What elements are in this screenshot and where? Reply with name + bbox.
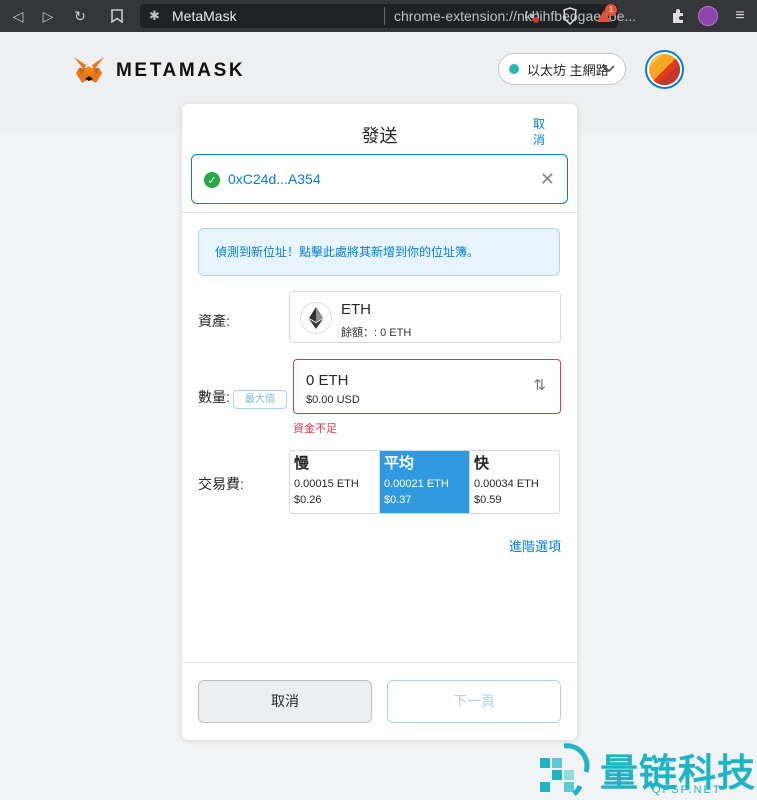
fee-label: 交易費: (198, 476, 244, 492)
asset-selector[interactable]: ETH 餘額：: 0 ETH (289, 291, 561, 343)
check-icon: ✓ (204, 172, 220, 188)
forward-icon[interactable]: ▷ (38, 6, 58, 26)
fee-option-fast[interactable]: 快 0.00034 ETH $0.59 (470, 451, 559, 513)
amount-usd: $0.00 USD (306, 394, 360, 406)
amount-value: 0 ETH (306, 372, 349, 389)
advanced-options-link[interactable]: 進階選項 (509, 536, 561, 555)
reload-icon[interactable]: ↻ (70, 6, 90, 26)
network-label: 以太坊 主網路 (527, 62, 609, 78)
asset-symbol: ETH (341, 301, 371, 318)
amount-label: 數量: (198, 389, 230, 405)
tab-title: MetaMask (172, 8, 237, 24)
fee-usd: $0.26 (294, 494, 322, 506)
fee-usd: $0.37 (384, 494, 412, 506)
eth-icon (300, 302, 332, 334)
watermark: 量链科技 QFSP.NET (536, 740, 757, 800)
fee-name: 平均 (384, 455, 415, 472)
send-card: 發送 取消 ✓ 0xC24d...A354 ✕ 偵測到新位址！點擊此處將其新增到… (182, 104, 577, 740)
fee-eth: 0.00034 ETH (474, 478, 539, 490)
new-address-notice[interactable]: 偵測到新位址！點擊此處將其新增到你的位址簿。 (198, 228, 560, 276)
address-bar[interactable]: ✱ MetaMask chrome-extension://nkbihfbeog… (140, 4, 636, 28)
cancel-button[interactable]: 取消 (198, 680, 372, 723)
recipient-field[interactable]: ✓ 0xC24d...A354 ✕ (191, 154, 568, 204)
back-icon[interactable]: ◁ (8, 6, 28, 26)
network-status-dot (509, 64, 519, 74)
header-cancel-link[interactable]: 取消 (533, 116, 547, 148)
amount-input[interactable]: 0 ETH $0.00 USD ⇅ (293, 359, 561, 414)
divider (182, 212, 577, 213)
brave-rewards-icon[interactable]: 1 (594, 4, 617, 26)
chevron-down-icon (603, 62, 615, 76)
asset-balance: 餘額：: 0 ETH (341, 327, 412, 339)
extension-icon: ✱ (149, 8, 160, 23)
identicon-icon (649, 54, 680, 85)
bookmark-icon[interactable] (107, 6, 127, 26)
profile-icon[interactable] (698, 6, 718, 26)
fee-eth: 0.00015 ETH (294, 478, 359, 490)
separator (384, 7, 385, 25)
watermark-sub: QFSP.NET (652, 784, 722, 796)
rewards-badge: 1 (605, 4, 617, 16)
page-title: 發送 (361, 126, 398, 146)
menu-icon[interactable]: ≡ (730, 6, 750, 26)
fee-name: 慢 (294, 455, 310, 472)
brave-shield-icon[interactable] (560, 6, 580, 26)
swap-currency-icon[interactable]: ⇅ (533, 376, 546, 394)
network-selector[interactable]: 以太坊 主網路 (498, 53, 626, 85)
watermark-logo (540, 743, 590, 796)
fee-eth: 0.00021 ETH (384, 478, 449, 490)
max-amount-button[interactable]: 最大值 (233, 390, 287, 409)
fee-name: 快 (474, 455, 490, 472)
puzzle-icon[interactable] (668, 6, 688, 26)
footer-divider (182, 662, 577, 663)
fee-option-average[interactable]: 平均 0.00021 ETH $0.37 (380, 451, 470, 513)
cast-icon[interactable] (522, 6, 542, 26)
brand-name: METAMASK (116, 60, 246, 81)
close-icon[interactable]: ✕ (540, 169, 555, 190)
recipient-address: 0xC24d...A354 (228, 171, 321, 187)
account-avatar[interactable] (645, 50, 684, 89)
next-button[interactable]: 下一頁 (387, 680, 561, 723)
fee-option-slow[interactable]: 慢 0.00015 ETH $0.26 (290, 451, 380, 513)
error-message: 資金不足 (293, 423, 337, 435)
fee-selector: 慢 0.00015 ETH $0.26 平均 0.00021 ETH $0.37… (289, 450, 560, 514)
asset-label: 資產: (198, 313, 230, 329)
metamask-fox-logo (74, 57, 104, 83)
browser-toolbar: ◁ ▷ ↻ ✱ MetaMask chrome-extension://nkbi… (0, 0, 757, 32)
fee-usd: $0.59 (474, 494, 502, 506)
